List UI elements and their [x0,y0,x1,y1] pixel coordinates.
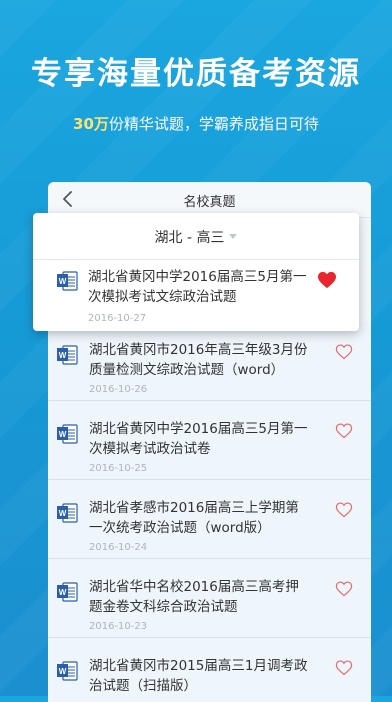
item-date: 2016-10-24 [89,542,148,553]
promo-highlight: 30万 [73,115,109,133]
item-date: 2016-10-25 [89,463,148,474]
svg-text:W: W [59,277,67,286]
list-item-5[interactable]: W 湖北省黄冈市2015届高三1月调考政治试题（扫描版） [48,638,371,702]
list-item-4[interactable]: W 湖北省华中名校2016届高三高考押题金卷文科综合政治试题 2016-10-2… [48,559,371,638]
list-item-2[interactable]: W 湖北省黄冈中学2016届高三5月第一次模拟考试政治试卷 2016-10-25 [48,401,371,480]
highlighted-card: 湖北 - 高三 W 湖北省黄冈中学2016届高三5月第一次模拟考试文综政治试题 … [33,213,359,331]
caret-down-icon [229,234,238,239]
word-doc-icon: W [57,582,78,602]
heart-filled-icon[interactable] [317,271,337,289]
svg-text:W: W [59,430,67,439]
item-title: 湖北省华中名校2016届高三高考押题金卷文科综合政治试题 [89,579,299,615]
item-title: 湖北省黄冈中学2016届高三5月第一次模拟考试文综政治试题 [88,269,307,305]
list-item-featured[interactable]: W 湖北省黄冈中学2016届高三5月第一次模拟考试文综政治试题 2016-10-… [33,260,359,332]
word-doc-icon: W [57,661,78,681]
word-doc-icon: W [57,345,78,365]
heart-outline-icon[interactable] [335,581,353,597]
svg-text:W: W [59,509,67,518]
list-item-3[interactable]: W 湖北省孝感市2016届高三上学期第一次统考政治试题（word版） 2016-… [48,480,371,559]
word-doc-icon: W [57,424,78,444]
item-title: 湖北省黄冈市2015届高三1月调考政治试题（扫描版） [89,658,308,694]
svg-text:W: W [59,667,67,676]
heart-outline-icon[interactable] [335,423,353,439]
svg-text:W: W [59,588,67,597]
page-title: 名校真题 [183,195,236,210]
promo-subtitle-text: 份精华试题，学霸养成指日可待 [108,115,319,133]
item-date: 2016-10-23 [89,621,148,632]
svg-text:W: W [59,351,67,360]
item-title: 湖北省黄冈中学2016届高三5月第一次模拟考试政治试卷 [89,421,308,457]
list-item-1[interactable]: W 湖北省黄冈市2016年高三年级3月份质量检测文综政治试题（word） 201… [48,322,371,401]
heart-outline-icon[interactable] [335,502,353,518]
item-title: 湖北省孝感市2016届高三上学期第一次统考政治试题（word版） [89,500,299,536]
item-date: 2016-10-27 [88,313,147,324]
word-doc-icon: W [57,503,78,523]
region-filter[interactable]: 湖北 - 高三 [33,213,359,260]
word-doc-icon: W [57,271,78,291]
item-date: 2016-10-26 [89,384,148,395]
document-list: W 湖北省黄冈市2016年高三年级3月份质量检测文综政治试题（word） 201… [48,322,371,702]
heart-outline-icon[interactable] [335,660,353,676]
item-title: 湖北省黄冈市2016年高三年级3月份质量检测文综政治试题（word） [89,342,308,378]
promo-header: 专享海量优质备考资源 30万份精华试题，学霸养成指日可待 [0,48,392,134]
filter-label: 湖北 - 高三 [154,230,225,246]
heart-outline-icon[interactable] [335,344,353,360]
promo-subtitle: 30万份精华试题，学霸养成指日可待 [0,113,392,134]
promo-title: 专享海量优质备考资源 [31,56,361,92]
